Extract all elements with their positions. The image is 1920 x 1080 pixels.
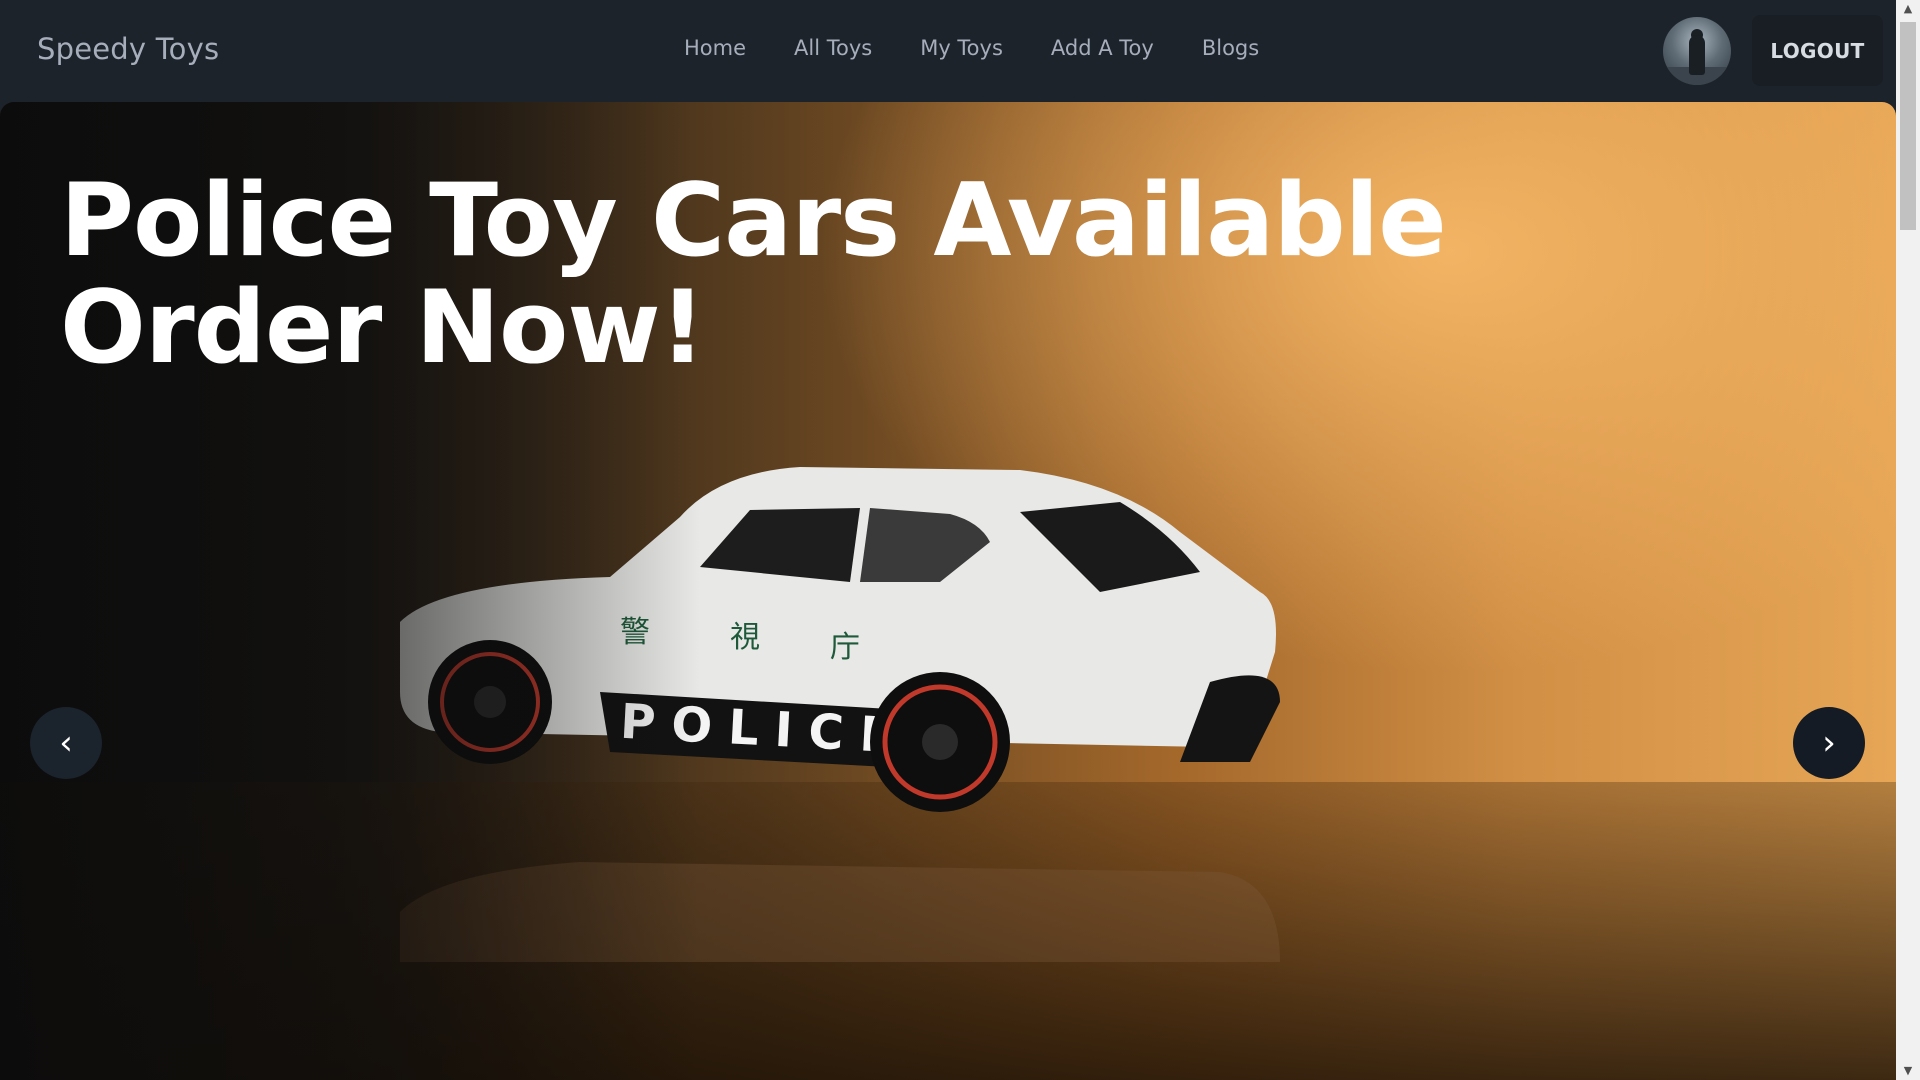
avatar-figure-body xyxy=(1689,35,1705,75)
chevron-left-icon: ‹ xyxy=(59,723,73,763)
page-scrollbar[interactable]: ▲ ▼ xyxy=(1896,0,1920,1080)
scroll-down-arrow-icon[interactable]: ▼ xyxy=(1896,1062,1920,1080)
carousel-next-button[interactable]: › xyxy=(1793,707,1865,779)
nav-link-my-toys[interactable]: My Toys xyxy=(896,36,1027,60)
hero-carousel: POLICE 警 視 庁 Police Toy Cars Available O… xyxy=(0,102,1896,1080)
logout-button[interactable]: LOGOUT xyxy=(1752,15,1883,86)
navbar: Speedy Toys Home All Toys My Toys Add A … xyxy=(0,0,1896,102)
nav-link-blogs[interactable]: Blogs xyxy=(1178,36,1283,60)
nav-link-all-toys[interactable]: All Toys xyxy=(770,36,896,60)
user-avatar[interactable] xyxy=(1663,17,1731,85)
chevron-right-icon: › xyxy=(1822,723,1836,763)
car-kanji-2: 視 xyxy=(730,620,760,655)
scroll-up-arrow-icon[interactable]: ▲ xyxy=(1896,0,1920,18)
nav-link-home[interactable]: Home xyxy=(660,36,770,60)
hero-headline-line2: Order Now! xyxy=(60,268,706,386)
carousel-prev-button[interactable]: ‹ xyxy=(30,707,102,779)
car-kanji-3: 庁 xyxy=(830,630,860,665)
nav-link-add-a-toy[interactable]: Add A Toy xyxy=(1027,36,1178,60)
hero-headline: Police Toy Cars Available Order Now! xyxy=(60,167,1560,381)
hero-headline-line1: Police Toy Cars Available xyxy=(60,161,1447,279)
scrollbar-thumb[interactable] xyxy=(1900,22,1916,230)
nav-links: Home All Toys My Toys Add A Toy Blogs xyxy=(660,36,1283,60)
brand-logo[interactable]: Speedy Toys xyxy=(37,32,219,66)
